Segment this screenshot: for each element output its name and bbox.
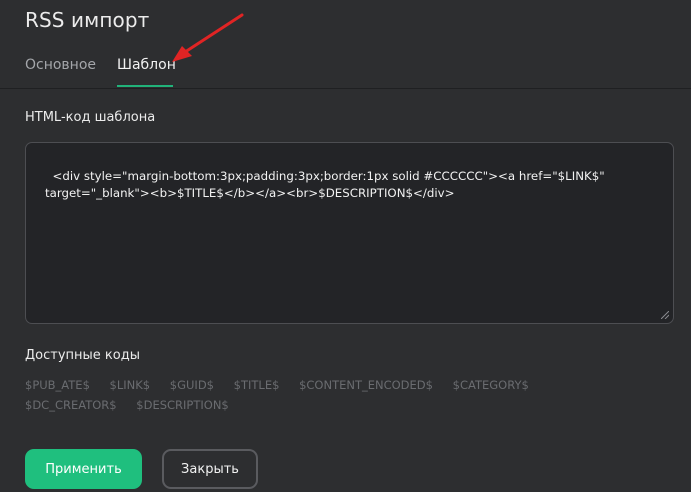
available-codes-list: $PUB_ATE$ $LINK$ $GUID$ $TITLE$ $CONTENT… <box>25 375 635 415</box>
dialog-title: RSS импорт <box>25 8 150 32</box>
close-button[interactable]: Закрыть <box>162 449 258 489</box>
code-dc-creator[interactable]: $DC_CREATOR$ <box>25 395 117 415</box>
template-code-label: HTML-код шаблона <box>25 110 156 125</box>
available-codes-label: Доступные коды <box>25 348 140 363</box>
template-code-textarea[interactable]: <div style="margin-bottom:3px;padding:3p… <box>25 142 674 324</box>
code-category[interactable]: $CATEGORY$ <box>453 375 529 395</box>
tab-bar: Основное Шаблон <box>0 52 691 89</box>
code-title[interactable]: $TITLE$ <box>234 375 280 395</box>
code-guid[interactable]: $GUID$ <box>170 375 214 395</box>
resize-grip-icon[interactable] <box>661 311 669 319</box>
red-arrow-icon <box>172 13 244 62</box>
apply-button[interactable]: Применить <box>25 449 142 489</box>
tab-main[interactable]: Основное <box>25 57 96 87</box>
code-link[interactable]: $LINK$ <box>110 375 151 395</box>
template-code-value: <div style="margin-bottom:3px;padding:3p… <box>45 169 609 200</box>
code-description[interactable]: $DESCRIPTION$ <box>136 395 228 415</box>
code-content-encoded[interactable]: $CONTENT_ENCODED$ <box>299 375 433 395</box>
active-tab-indicator <box>117 85 173 87</box>
code-pub-date[interactable]: $PUB_ATE$ <box>25 375 90 395</box>
